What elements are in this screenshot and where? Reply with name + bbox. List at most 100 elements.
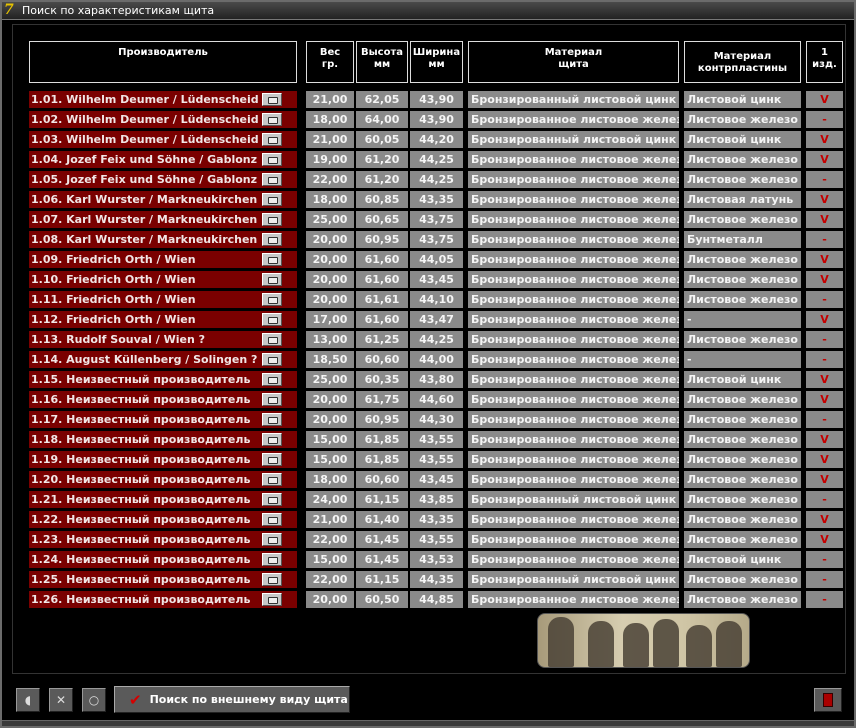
table-row: 1.16. Неизвестный производитель 20,00 61,7…: [13, 391, 847, 408]
material-cell: Бронзированный листовой цинк: [468, 491, 679, 508]
material-cell: Бронзированное листовое железо: [468, 371, 679, 388]
window-title: Поиск по характеристикам щита: [22, 4, 215, 17]
view-shield-button[interactable]: [262, 473, 282, 486]
maker-cell: 1.11. Friedrich Orth / Wien: [29, 291, 297, 308]
view-shield-button[interactable]: [262, 513, 282, 526]
maker-cell: 1.08. Karl Wurster / Markneukirchen: [29, 231, 297, 248]
view-shield-button[interactable]: [262, 553, 282, 566]
view-shield-button[interactable]: [262, 313, 282, 326]
material-cell: Бронзированное листовое железо: [468, 511, 679, 528]
weight-cell: 22,00: [306, 571, 354, 588]
width-cell: 44,85: [410, 591, 463, 608]
table-row: 1.23. Неизвестный производитель 22,00 61,4…: [13, 531, 847, 548]
width-cell: 43,90: [410, 111, 463, 128]
view-shield-button[interactable]: [262, 533, 282, 546]
sample-flag-cell: V: [806, 371, 843, 388]
material-cell: Бронзированное листовое железо: [468, 351, 679, 368]
view-shield-button[interactable]: [262, 253, 282, 266]
soldiers-photo: [537, 613, 750, 668]
view-shield-button[interactable]: [262, 273, 282, 286]
view-shield-button[interactable]: [262, 573, 282, 586]
height-cell: 61,25: [356, 331, 408, 348]
view-shield-button[interactable]: [262, 433, 282, 446]
width-cell: 44,35: [410, 571, 463, 588]
sample-flag-cell: -: [806, 491, 843, 508]
width-cell: 43,75: [410, 211, 463, 228]
material-cell: Бронзированное листовое железо: [468, 331, 679, 348]
speaker-icon[interactable]: ◖: [16, 688, 40, 712]
weight-cell: 20,00: [306, 591, 354, 608]
view-shield-button[interactable]: [262, 453, 282, 466]
table-row: 1.24. Неизвестный производитель 15,00 61,4…: [13, 551, 847, 568]
maker-cell: 1.16. Неизвестный производитель: [29, 391, 297, 408]
view-shield-button[interactable]: [262, 333, 282, 346]
appearance-search-label: Поиск по внешнему виду щита: [149, 693, 348, 706]
table-row: 1.15. Неизвестный производитель 25,00 60,3…: [13, 371, 847, 388]
weight-cell: 20,00: [306, 231, 354, 248]
backplate-cell: Листовое железо: [684, 571, 801, 588]
backplate-cell: Листовое железо: [684, 151, 801, 168]
maker-cell: 1.06. Karl Wurster / Markneukirchen: [29, 191, 297, 208]
view-shield-button[interactable]: [262, 113, 282, 126]
table-row: 1.18. Неизвестный производитель 15,00 61,8…: [13, 431, 847, 448]
sample-flag-cell: -: [806, 351, 843, 368]
material-cell: Бронзированное листовое железо: [468, 551, 679, 568]
backplate-cell: Листовое железо: [684, 331, 801, 348]
view-shield-button[interactable]: [262, 373, 282, 386]
sample-flag-cell: -: [806, 111, 843, 128]
width-cell: 44,20: [410, 131, 463, 148]
title-bar: 7 Поиск по характеристикам щита: [2, 2, 854, 20]
magnifier-icon[interactable]: ○: [82, 688, 106, 712]
width-cell: 43,35: [410, 511, 463, 528]
table-row: 1.13. Rudolf Souval / Wien ? 13,00 61,25 44…: [13, 331, 847, 348]
header-sample: 1 изд.: [806, 41, 843, 83]
tools-icon[interactable]: ✕: [49, 688, 73, 712]
sample-flag-cell: V: [806, 211, 843, 228]
height-cell: 61,85: [356, 451, 408, 468]
backplate-cell: Листовое железо: [684, 591, 801, 608]
view-shield-button[interactable]: [262, 293, 282, 306]
weight-cell: 21,00: [306, 131, 354, 148]
backplate-cell: Бунтметалл: [684, 231, 801, 248]
sample-flag-cell: V: [806, 311, 843, 328]
view-shield-button[interactable]: [262, 133, 282, 146]
sample-flag-cell: -: [806, 171, 843, 188]
view-shield-button[interactable]: [262, 153, 282, 166]
view-shield-button[interactable]: [262, 193, 282, 206]
backplate-cell: Листовое железо: [684, 411, 801, 428]
view-shield-button[interactable]: [262, 213, 282, 226]
maker-cell: 1.15. Неизвестный производитель: [29, 371, 297, 388]
width-cell: 43,45: [410, 471, 463, 488]
width-cell: 43,55: [410, 451, 463, 468]
view-shield-button[interactable]: [262, 393, 282, 406]
weight-cell: 24,00: [306, 491, 354, 508]
table-row: 1.10. Friedrich Orth / Wien 20,00 61,60 43,…: [13, 271, 847, 288]
view-shield-button[interactable]: [262, 233, 282, 246]
table-row: 1.19. Неизвестный производитель 15,00 61,8…: [13, 451, 847, 468]
view-shield-button[interactable]: [262, 593, 282, 606]
table-row: 1.04. Jozef Feix und Söhne / Gablonz 19,0…: [13, 151, 847, 168]
material-cell: Бронзированное листовое железо: [468, 391, 679, 408]
view-shield-button[interactable]: [262, 173, 282, 186]
width-cell: 43,75: [410, 231, 463, 248]
maker-cell: 1.04. Jozef Feix und Söhne / Gablonz: [29, 151, 297, 168]
view-shield-button[interactable]: [262, 493, 282, 506]
header-material: Материал щита: [468, 41, 679, 83]
view-shield-button[interactable]: [262, 353, 282, 366]
height-cell: 61,60: [356, 251, 408, 268]
table-row: 1.17. Неизвестный производитель 20,00 60,9…: [13, 411, 847, 428]
material-cell: Бронзированное листовое железо: [468, 411, 679, 428]
view-shield-button[interactable]: [262, 413, 282, 426]
material-cell: Бронзированное листовое железо: [468, 591, 679, 608]
maker-cell: 1.02. Wilhelm Deumer / Lüdenscheid: [29, 111, 297, 128]
view-shield-button[interactable]: [262, 93, 282, 106]
material-cell: Бронзированное листовое железо: [468, 431, 679, 448]
appearance-search-button[interactable]: ✔ Поиск по внешнему виду щита: [114, 686, 350, 713]
material-cell: Бронзированное листовое железо: [468, 451, 679, 468]
height-cell: 61,61: [356, 291, 408, 308]
exit-door-icon[interactable]: [814, 688, 842, 712]
weight-cell: 20,00: [306, 271, 354, 288]
maker-cell: 1.26. Неизвестный производитель: [29, 591, 297, 608]
table-row: 1.06. Karl Wurster / Markneukirchen 18,00…: [13, 191, 847, 208]
sample-flag-cell: V: [806, 431, 843, 448]
